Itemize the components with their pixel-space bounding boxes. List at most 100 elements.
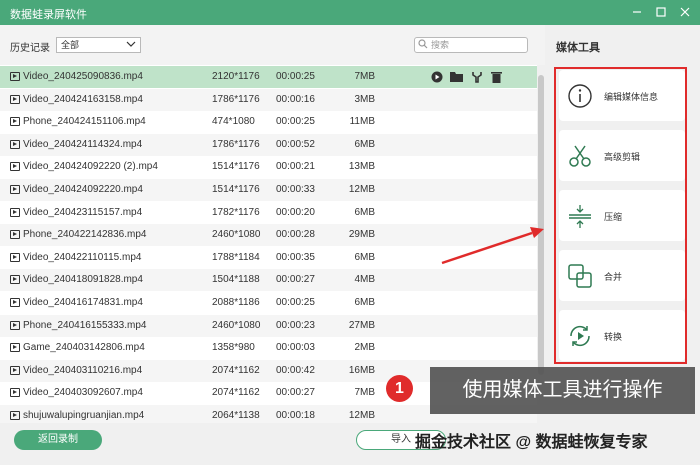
annotation-callout: 使用媒体工具进行操作 [430,367,695,414]
delete-icon[interactable] [490,70,503,83]
file-name: Phone_240416155333.mp4 [23,319,147,331]
scrollbar-thumb[interactable] [538,75,544,375]
file-size: 27MB [348,319,375,331]
maximize-icon[interactable] [652,3,670,21]
file-resolution: 1514*1176 [212,161,260,173]
file-resolution: 1786*1176 [212,93,260,105]
file-row[interactable]: Video_240422110115.mp4 1788*1184 00:00:35 6… [0,247,537,269]
file-resolution: 1504*1188 [212,274,260,286]
video-file-icon [10,94,20,104]
file-row[interactable]: Video_240424092220.mp4 1514*1176 00:00:33 1… [0,179,537,201]
file-size: 6MB [354,138,375,150]
file-name: Video_240425090836.mp4 [23,71,143,82]
file-size: 4MB [354,274,375,286]
toolbar: 历史记录 全部 搜索 [0,25,545,65]
file-name: Video_240416174831.mp4 [23,297,143,308]
file-name: Phone_240424151106.mp4 [23,116,146,128]
video-file-icon [10,365,20,375]
file-size: 12MB [348,184,375,195]
file-resolution: 2460*1080 [212,229,261,241]
file-size: 11MB [349,116,375,128]
file-row[interactable]: Phone_240416155333.mp4 2460*1080 00:00:23 2… [0,314,537,337]
video-file-icon [10,298,20,307]
row-actions [430,70,503,83]
video-file-icon [10,162,20,172]
file-size: 6MB [354,251,375,263]
history-label: 历史记录 [10,43,50,54]
file-resolution: 2074*1162 [212,364,260,376]
minimize-icon[interactable] [628,3,646,21]
file-name: Video_240424163158.mp4 [23,93,143,105]
file-row[interactable]: Video_240424114324.mp4 1786*1176 00:00:52 6… [0,133,537,156]
file-resolution: 1782*1176 [212,206,260,218]
file-name: Video_240403110216.mp4 [23,364,143,376]
file-name: Video_240403092607.mp4 [23,387,143,399]
file-row[interactable]: Phone_240424151106.mp4 474*1080 00:00:25 11… [0,111,537,133]
file-resolution: 2460*1080 [212,319,261,331]
file-row[interactable]: Video_240424092220 (2).mp4 1514*1176 00:00… [0,156,537,178]
history-select-value: 全部 [61,40,80,50]
video-file-icon [10,230,20,240]
file-name: Video_240418091828.mp4 [23,274,143,286]
file-resolution: 474*1080 [212,116,255,128]
folder-icon[interactable] [450,70,463,83]
back-to-record-button[interactable]: 返回录制 [14,430,102,450]
video-file-icon [10,411,20,420]
file-resolution: 1786*1176 [212,138,260,150]
edit-tool-icon[interactable] [470,70,483,83]
highlight-box [554,67,687,364]
video-file-icon [10,320,20,330]
file-row[interactable]: Game_240403142806.mp4 1358*980 00:00:03 2MB [0,337,537,359]
video-file-icon [10,252,20,262]
file-row[interactable]: Video_240424163158.mp4 1786*1176 00:00:16 3… [0,88,537,111]
file-name: Video_240422110115.mp4 [23,251,142,263]
video-file-icon [10,72,20,81]
chevron-down-icon [126,38,136,54]
file-row[interactable]: Video_240416174831.mp4 2088*1186 00:00:25 6… [0,292,537,314]
file-size: 6MB [354,206,375,218]
search-input[interactable]: 搜索 [414,37,528,53]
file-name: Video_240424114324.mp4 [23,138,143,150]
video-file-icon [10,117,20,127]
file-name: Video_240424092220 (2).mp4 [23,161,158,173]
video-file-icon [10,185,20,194]
window-title: 数据蛙录屏软件 [10,9,87,21]
file-row[interactable]: Video_240425090836.mp4 2120*1176 00:00:25 7… [0,66,537,88]
file-name: shujuwalupingruanjian.mp4 [23,410,145,421]
video-file-icon [10,388,20,398]
file-resolution: 1788*1184 [212,251,260,263]
file-row[interactable]: Video_240418091828.mp4 1504*1188 00:00:27 4… [0,269,537,292]
watermark: 掘金技术社区 @ 数据蛙恢复专家 [415,434,648,451]
file-size: 2MB [354,342,375,354]
title-bar: 数据蛙录屏软件 [0,0,700,25]
file-resolution: 1358*980 [212,342,255,354]
file-row[interactable]: Phone_240422142836.mp4 2460*1080 00:00:28 2… [0,224,537,247]
file-size: 13MB [348,161,375,173]
file-name: Video_240423115157.mp4 [23,206,143,218]
file-name: Phone_240422142836.mp4 [23,229,147,241]
video-file-icon [10,343,20,353]
file-row[interactable]: Video_240423115157.mp4 1782*1176 00:00:20 6… [0,202,537,224]
file-size: 3MB [354,93,375,105]
search-icon [418,39,428,53]
step-badge: 1 [386,375,413,402]
video-file-icon [10,275,20,285]
file-name: Game_240403142806.mp4 [23,342,145,354]
file-resolution: 2088*1186 [212,297,260,308]
video-file-icon [10,139,20,149]
file-size: 7MB [354,387,375,399]
file-resolution: 1514*1176 [212,184,260,195]
media-tools-title: 媒体工具 [556,42,600,54]
search-placeholder: 搜索 [431,40,450,50]
close-icon[interactable] [676,3,694,21]
play-icon[interactable] [430,70,443,83]
file-size: 6MB [354,297,375,308]
file-size: 29MB [348,229,375,241]
file-size: 16MB [348,364,375,376]
file-resolution: 2120*1176 [212,71,260,82]
file-size: 7MB [354,71,375,82]
file-resolution: 2064*1138 [212,410,260,421]
video-file-icon [10,207,20,217]
history-select[interactable]: 全部 [56,37,141,53]
file-size: 12MB [348,410,375,421]
